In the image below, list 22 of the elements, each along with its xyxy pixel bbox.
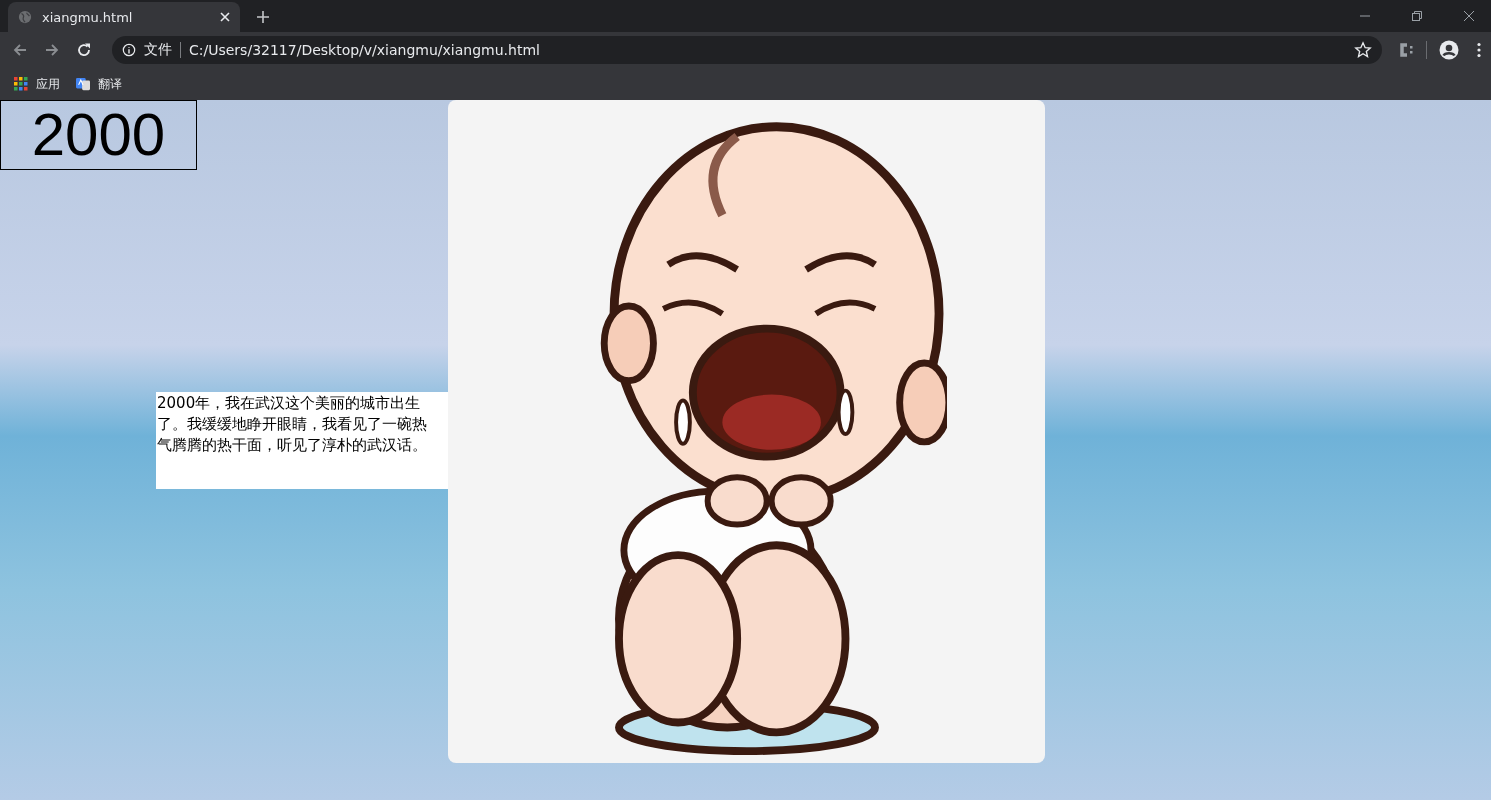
info-icon <box>122 43 136 57</box>
star-icon[interactable] <box>1354 41 1372 59</box>
close-icon[interactable] <box>1463 10 1475 22</box>
story-text: 2000年，我在武汉这个美丽的城市出生了。我缓缓地睁开眼睛，我看见了一碗热气腾腾的热干面，听见了淳朴的武汉话。 <box>156 392 448 489</box>
address-bar[interactable]: 文件 C:/Users/32117/Desktop/v/xiangmu/xiangmu.html <box>112 36 1382 64</box>
globe-icon <box>18 10 32 24</box>
forward-arrow-icon[interactable] <box>44 42 60 58</box>
new-tab-icon[interactable] <box>256 10 270 24</box>
bookmark-link[interactable]: 翻译 <box>98 75 122 93</box>
account-icon[interactable] <box>1439 40 1459 60</box>
browser-tab[interactable]: xiangmu.html <box>8 2 240 32</box>
apps-grid-icon <box>14 77 28 91</box>
tab-title: xiangmu.html <box>42 9 134 25</box>
scheme-label: 文件 <box>144 41 172 59</box>
back-arrow-icon[interactable] <box>12 42 28 58</box>
year-heading: 2000 <box>0 100 197 170</box>
restore-icon[interactable] <box>1411 10 1423 22</box>
menu-icon[interactable] <box>1477 42 1481 58</box>
bookmark-link[interactable]: 应用 <box>36 75 60 93</box>
url-text: C:/Users/32117/Desktop/v/xiangmu/xiangmu.html <box>189 42 540 58</box>
reload-icon[interactable] <box>76 42 92 58</box>
translate-icon <box>76 77 90 91</box>
